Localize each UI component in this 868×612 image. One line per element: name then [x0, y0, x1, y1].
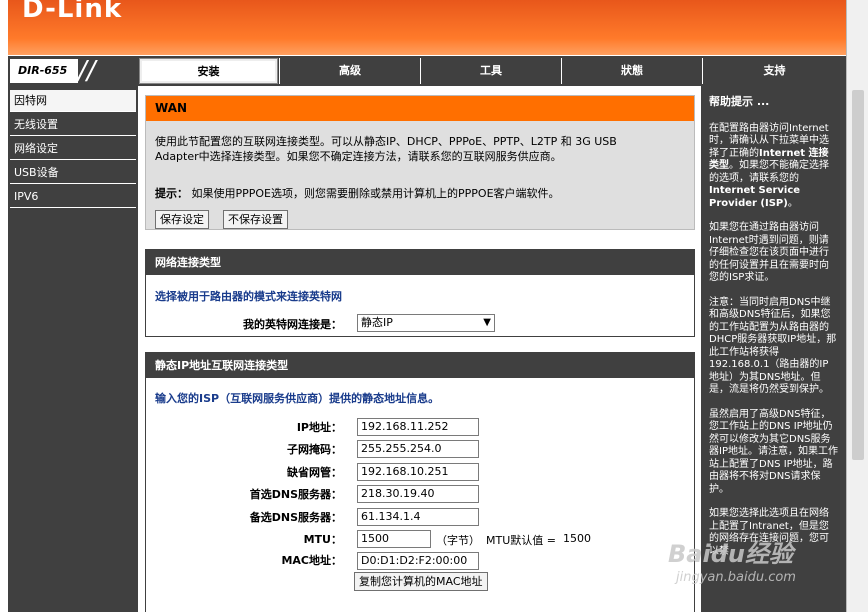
- help-paragraph-1: 在配置路由器访问Internet时，请确认从下拉菜单中选择了正确的Interne…: [709, 123, 838, 211]
- connection-type-title: 网络连接类型: [146, 250, 694, 275]
- sidebar-item-wireless[interactable]: 无线设置: [10, 114, 136, 136]
- baidu-watermark: Baidu经验: [668, 540, 793, 568]
- sidebar-item-internet[interactable]: 因特网: [10, 90, 136, 112]
- mtu-default-label: MTU默认值 =: [486, 534, 556, 547]
- wan-title: WAN: [146, 96, 694, 121]
- wan-description-line1: 使用此节配置您的互联网连接类型。可以从静态IP、DHCP、PPPoE、PPTP、…: [155, 135, 617, 148]
- wan-tip: 提示： 如果使用PPPOE选项，则您需要删除或禁用计算机上的PPPOE客户端软件…: [155, 185, 560, 201]
- mtu-unit: （字节）: [436, 534, 480, 547]
- baidu-watermark-url: jingyan.baidu.com: [676, 570, 796, 585]
- clone-mac-button[interactable]: 复制您计算机的MAC地址: [354, 572, 488, 591]
- dont-save-settings-button[interactable]: 不保存设置: [223, 210, 288, 229]
- connection-type-label: 我的英特网连接是：: [243, 318, 342, 331]
- mtu-field[interactable]: 1500: [357, 530, 431, 548]
- wan-description: 使用此节配置您的互联网连接类型。可以从静态IP、DHCP、PPPoE、PPTP、…: [155, 134, 685, 164]
- mac-address-field[interactable]: D0:D1:D2:F2:00:00: [357, 552, 479, 570]
- sidebar-item-usb[interactable]: USB设备: [10, 162, 136, 184]
- wan-panel: WAN 使用此节配置您的互联网连接类型。可以从静态IP、DHCP、PPPoE、P…: [145, 95, 695, 230]
- static-ip-section: 静态IP地址互联网连接类型 输入您的ISP（互联网服务供应商）提供的静态地址信息…: [145, 352, 695, 612]
- ip-address-field[interactable]: 192.168.11.252: [357, 418, 479, 436]
- gateway-label: 缺省网管：: [287, 466, 342, 479]
- tab-support[interactable]: 支持: [702, 58, 846, 84]
- help-paragraph-2: 如果您在通过路由器访问Internet时遇到问题，则请仔细检查您在该页面中进行的…: [709, 222, 829, 283]
- connection-type-select[interactable]: 静态IP ▼: [357, 314, 495, 332]
- ip-address-label: IP地址：: [296, 421, 342, 434]
- help-paragraph-4: 虽然启用了高级DNS特征，您工作站上的DNS IP地址仍然可以修改为其它DNS服…: [709, 408, 838, 495]
- tab-tools[interactable]: 工具: [420, 58, 561, 84]
- tab-advanced[interactable]: 高级: [279, 58, 420, 84]
- help-bold-text: Internet Service Provider (ISP): [709, 185, 801, 209]
- mac-address-label: MAC地址：: [281, 554, 342, 567]
- dlink-logo: D-Link: [22, 0, 123, 24]
- scrollbar-thumb[interactable]: [852, 90, 864, 460]
- wan-tip-label: 提示：: [155, 187, 188, 200]
- help-title: 帮助提示 ...: [709, 95, 770, 108]
- sidebar: 因特网 无线设置 网络设定 USB设备 IPV6: [8, 86, 138, 612]
- primary-dns-field[interactable]: 218.30.19.40: [357, 485, 479, 503]
- connection-type-section: 网络连接类型 选择被用于路由器的模式来连接英特网 我的英特网连接是： 静态IP …: [145, 249, 695, 337]
- help-paragraph-3: 注意：当同时启用DNS中继和高级DNS特征后，如果您的工作站配置为从路由器的DH…: [709, 296, 837, 396]
- tab-setup[interactable]: 安装: [139, 58, 278, 84]
- sidebar-item-network[interactable]: 网络设定: [10, 138, 136, 160]
- primary-dns-label: 首选DNS服务器：: [249, 488, 342, 501]
- model-name: DIR-655: [10, 59, 78, 83]
- secondary-dns-field[interactable]: 61.134.1.4: [357, 508, 479, 526]
- model-divider-icon: //: [78, 56, 96, 86]
- main-content: WAN 使用此节配置您的互联网连接类型。可以从静态IP、DHCP、PPPoE、P…: [138, 86, 701, 612]
- secondary-dns-label: 备选DNS服务器：: [249, 511, 342, 524]
- header-banner: D-Link: [8, 0, 846, 55]
- sidebar-item-ipv6[interactable]: IPV6: [10, 186, 136, 208]
- subnet-mask-label: 子网掩码：: [287, 443, 342, 456]
- gateway-field[interactable]: 192.168.10.251: [357, 463, 479, 481]
- subnet-mask-field[interactable]: 255.255.254.0: [357, 440, 479, 458]
- connection-type-subtitle: 选择被用于路由器的模式来连接英特网: [155, 290, 342, 303]
- save-settings-button[interactable]: 保存设定: [155, 210, 209, 229]
- wan-tip-text: 如果使用PPPOE选项，则您需要删除或禁用计算机上的PPPOE客户端软件。: [191, 187, 560, 200]
- help-text: 。: [787, 197, 798, 209]
- static-ip-title: 静态IP地址互联网连接类型: [146, 353, 694, 378]
- chevron-down-icon: ▼: [483, 317, 491, 328]
- mtu-label: MTU：: [303, 533, 342, 546]
- static-ip-subtitle: 输入您的ISP（互联网服务供应商）提供的静态地址信息。: [155, 392, 440, 405]
- top-nav: DIR-655 // 安装 高级 工具 狀態 支持: [8, 56, 846, 86]
- tab-status[interactable]: 狀態: [561, 58, 702, 84]
- mtu-default-value: 1500: [563, 532, 591, 545]
- wan-description-line2: Adapter中选择连接类型。如果您不确定连接方法，请联系您的互联网服务供应商。: [155, 150, 562, 163]
- connection-type-value: 静态IP: [361, 316, 393, 329]
